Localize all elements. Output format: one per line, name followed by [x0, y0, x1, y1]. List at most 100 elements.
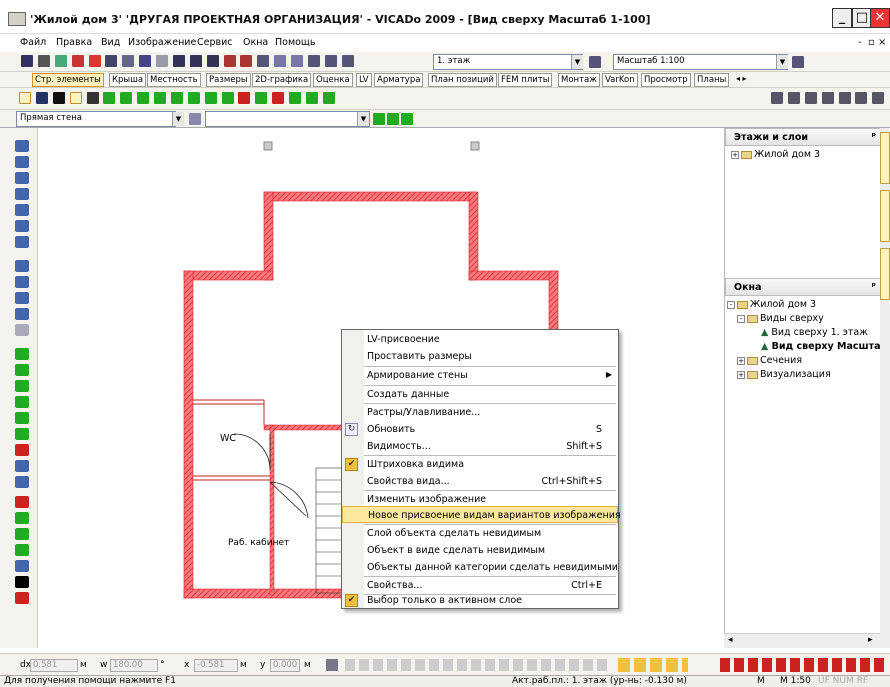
opening-icon[interactable] [221, 92, 234, 104]
chevron-down-icon[interactable]: ▼ [172, 112, 184, 126]
y-field[interactable]: 0.000 [270, 659, 300, 672]
tab-plans[interactable]: Планы [694, 73, 730, 87]
window-icon[interactable] [154, 92, 166, 104]
copy-icon[interactable] [105, 55, 118, 67]
tool-icon[interactable] [15, 348, 29, 360]
menu-service[interactable]: Сервис [197, 37, 233, 48]
menu-item-dimensions[interactable]: Проставить размеры [342, 348, 618, 365]
menu-windows[interactable]: Окна [243, 37, 268, 48]
tool-icon[interactable] [15, 380, 29, 392]
line-icon[interactable] [35, 92, 48, 104]
close-button[interactable]: ✕ [870, 8, 890, 28]
stair-icon[interactable] [170, 92, 183, 104]
coord-settings-icon[interactable] [326, 659, 338, 671]
floor-settings-icon[interactable] [589, 56, 601, 68]
tab-roof[interactable]: Крыша [109, 73, 147, 87]
tool-icon[interactable] [15, 560, 29, 572]
tab-2d-graphics[interactable]: 2D-графика [252, 73, 312, 87]
door-icon[interactable] [137, 92, 150, 104]
tool-icon[interactable] [15, 412, 29, 424]
app-icon[interactable] [8, 12, 26, 26]
panel-scrollbar[interactable]: ◂ ▸ [724, 633, 880, 648]
dx-field[interactable]: 0.581 [30, 659, 78, 672]
element-type-select[interactable]: Прямая стена [16, 111, 176, 127]
expand-icon[interactable]: + [731, 150, 739, 159]
menu-item-lv-assignment[interactable]: LV-присвоение [342, 331, 618, 348]
tree-item-visualization[interactable]: + Визуализация [737, 369, 831, 380]
tab-fem-slabs[interactable]: FEM плиты [498, 73, 553, 87]
wall-tools-group[interactable] [720, 658, 885, 672]
tool-icon[interactable] [15, 496, 29, 508]
zoom-all-icon[interactable] [223, 55, 236, 67]
print-icon[interactable] [37, 55, 50, 67]
menu-image[interactable]: Изображение [128, 37, 196, 48]
undo-icon[interactable] [139, 55, 152, 67]
tab-varkon[interactable]: VarKon [602, 73, 638, 87]
tool-icon[interactable] [15, 512, 29, 524]
tool-icon[interactable] [15, 428, 29, 440]
snap-tools-group[interactable] [345, 659, 610, 671]
tree-item-building[interactable]: + Жилой дом 3 [731, 149, 820, 160]
tool-icon[interactable] [15, 592, 29, 604]
tab-assembly[interactable]: Монтаж [558, 73, 600, 87]
room-icon[interactable] [238, 92, 251, 104]
cut-icon[interactable] [88, 55, 101, 67]
tool-icon[interactable] [15, 364, 29, 376]
tool-icon[interactable] [15, 444, 29, 456]
zoom-out-icon[interactable] [189, 55, 202, 67]
tabs-scroll-arrows[interactable]: ◂ ▸ [736, 74, 747, 83]
chevron-down-icon[interactable]: ▼ [357, 112, 369, 126]
scroll-right-icon[interactable]: ▸ [868, 635, 873, 645]
menu-item-hatching-visible[interactable]: ✔ Штриховка видима [342, 456, 618, 473]
layout-icon[interactable] [257, 55, 270, 67]
menu-item-hide-object-in-view[interactable]: Объект в виде сделать невидимым [342, 542, 618, 559]
tool-icon[interactable] [15, 236, 29, 248]
tool-icon[interactable] [15, 156, 29, 168]
expand-icon[interactable]: + [737, 356, 745, 365]
save-icon[interactable] [21, 55, 33, 67]
tool-icon[interactable] [15, 576, 29, 588]
menu-file[interactable]: Файл [20, 37, 46, 48]
mdi-close-icon[interactable]: × [878, 37, 886, 48]
scale-select[interactable]: Масштаб 1:100 [613, 54, 788, 70]
expand-icon[interactable]: + [737, 370, 745, 379]
variant-icon[interactable] [373, 113, 385, 125]
tab-evaluation[interactable]: Оценка [313, 73, 353, 87]
side-tab-catalog[interactable] [880, 190, 890, 242]
preview-icon[interactable] [54, 55, 67, 67]
redo-icon[interactable] [156, 55, 168, 67]
tab-structural-elements[interactable]: Стр. элементы [32, 73, 104, 87]
element-props-icon[interactable] [189, 113, 201, 125]
snap-icon[interactable] [291, 55, 303, 67]
tool-icon[interactable] [15, 308, 29, 320]
side-tab-layers[interactable] [880, 132, 890, 184]
tree-item-building[interactable]: - Жилой дом 3 [727, 299, 816, 310]
tool-icon[interactable] [15, 528, 29, 540]
macro-icon[interactable] [289, 92, 301, 104]
side-tab-properties[interactable] [880, 248, 890, 300]
floor-select[interactable]: 1. этаж [433, 54, 583, 70]
pin-icon[interactable]: ᵖ [871, 281, 876, 292]
tool-icon[interactable] [15, 260, 29, 272]
zoom-window-icon[interactable] [206, 55, 219, 67]
zoom-in-icon[interactable] [172, 55, 185, 67]
tool-icon[interactable] [15, 460, 29, 472]
tab-lv[interactable]: LV [356, 73, 372, 87]
minimize-button[interactable]: _ [832, 8, 852, 28]
tool-icon[interactable] [15, 324, 29, 336]
scroll-left-icon[interactable]: ◂ [728, 635, 733, 645]
tool-icon[interactable] [15, 204, 29, 216]
menu-help[interactable]: Помощь [275, 37, 315, 48]
tree-item-top-views[interactable]: - Виды сверху [737, 313, 824, 324]
layer-tool-icon[interactable] [855, 92, 868, 104]
tab-preview[interactable]: Просмотр [641, 73, 691, 87]
view-icon[interactable] [307, 55, 320, 67]
layer-tool-icon[interactable] [872, 92, 885, 104]
tool-icon[interactable] [15, 188, 29, 200]
tree-icon[interactable] [305, 92, 318, 104]
section-icon[interactable] [272, 92, 285, 104]
mdi-restore-icon[interactable]: ▫ [868, 37, 875, 48]
text-icon[interactable] [52, 92, 65, 104]
variant-icon[interactable] [387, 113, 399, 125]
pin-icon[interactable]: ᵖ [871, 131, 876, 142]
